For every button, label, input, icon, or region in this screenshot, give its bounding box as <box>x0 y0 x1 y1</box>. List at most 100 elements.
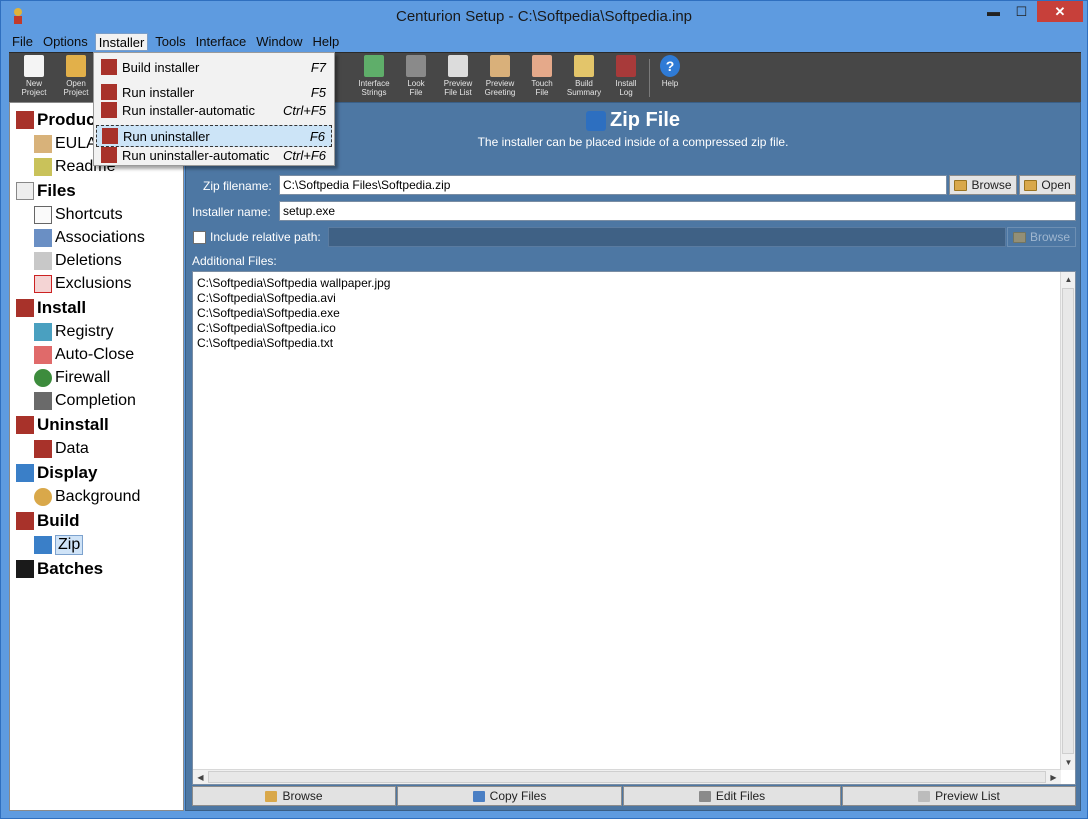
list-item[interactable]: C:\Softpedia\Softpedia.txt <box>197 336 390 351</box>
menu-item-run-uninstaller-automatic[interactable]: Run uninstaller-automatic Ctrl+F6 <box>96 144 332 166</box>
tree-item-zip[interactable]: Zip <box>34 534 84 556</box>
list-item[interactable]: C:\Softpedia\Softpedia.ico <box>197 321 390 336</box>
tree-item-build[interactable]: Build <box>16 510 80 532</box>
zip-filename-field[interactable]: C:\Softpedia Files\Softpedia.zip <box>279 175 947 195</box>
tree-item-background[interactable]: Background <box>34 486 140 508</box>
tree-item-product[interactable]: Produc <box>16 109 96 131</box>
tree-item-uninstall[interactable]: Uninstall <box>16 414 109 436</box>
hand-icon <box>532 55 552 77</box>
tree-label: Batches <box>37 559 104 578</box>
tree-label: Firewall <box>55 369 111 386</box>
button-label: Edit Files <box>715 789 766 803</box>
look-file-button[interactable]: Look File <box>395 55 437 101</box>
menu-item-label: Run installer-automatic <box>122 102 255 118</box>
touch-file-button[interactable]: Touch File <box>521 55 563 101</box>
help-button[interactable]: ? Help <box>649 55 691 101</box>
toolbar-label: Project <box>63 88 89 97</box>
include-relative-path-checkbox[interactable] <box>193 231 206 244</box>
relative-browse-button: Browse <box>1007 227 1076 247</box>
preview-file-list-button[interactable]: Preview File List <box>437 55 479 101</box>
toolbar-label: File <box>409 88 423 97</box>
button-label: Browse <box>971 178 1012 192</box>
menu-help[interactable]: Help <box>310 33 343 51</box>
menu-file[interactable]: File <box>9 33 36 51</box>
tree-item-firewall[interactable]: Firewall <box>34 367 110 389</box>
tree-item-registry[interactable]: Registry <box>34 321 114 343</box>
title-bar: Centurion Setup - C:\Softpedia\Softpedia… <box>1 1 1087 32</box>
scroll-left-icon[interactable]: ◀ <box>193 770 208 785</box>
tree-label: Produc <box>37 110 96 129</box>
data-icon <box>34 440 52 458</box>
additional-files-list[interactable]: C:\Softpedia\Softpedia wallpaper.jpg C:\… <box>192 271 1076 785</box>
menu-item-build-installer[interactable]: Build installer F7 <box>96 56 332 78</box>
new-project-button[interactable]: New Project <box>13 55 55 101</box>
minimize-button[interactable]: ▬ <box>980 1 1007 22</box>
tree-item-display[interactable]: Display <box>16 462 97 484</box>
maximize-button[interactable]: ☐ <box>1008 1 1035 22</box>
include-relative-path-label: Include relative path: <box>210 230 321 244</box>
folder-icon <box>265 790 278 802</box>
binoculars-icon <box>406 55 426 77</box>
menu-item-shortcut: F6 <box>309 128 325 144</box>
tree-item-eula[interactable]: EULA <box>34 133 97 155</box>
menu-window[interactable]: Window <box>253 33 305 51</box>
readme-icon <box>34 158 52 176</box>
tree-item-shortcuts[interactable]: Shortcuts <box>34 204 123 226</box>
toolbar-label: New <box>25 79 42 88</box>
run-installer-icon <box>101 84 117 100</box>
scroll-down-icon[interactable]: ▼ <box>1061 755 1076 770</box>
menu-options[interactable]: Options <box>40 33 91 51</box>
installer-name-field[interactable]: setup.exe <box>279 201 1076 221</box>
copy-files-button[interactable]: Copy Files <box>397 786 622 806</box>
zip-filename-label: Zip filename: <box>203 179 272 193</box>
edit-files-button[interactable]: Edit Files <box>623 786 841 806</box>
zip-icon <box>586 110 606 131</box>
list-item[interactable]: C:\Softpedia\Softpedia.avi <box>197 291 390 306</box>
menu-interface[interactable]: Interface <box>193 33 250 51</box>
strings-icon <box>364 55 384 77</box>
tree-item-batches[interactable]: Batches <box>16 558 103 580</box>
monitor-icon <box>16 464 34 482</box>
tree-label: Shortcuts <box>55 206 123 223</box>
menu-tools[interactable]: Tools <box>152 33 188 51</box>
toolbar-label: Build <box>575 79 593 88</box>
list-item[interactable]: C:\Softpedia\Softpedia.exe <box>197 306 390 321</box>
tree-item-exclusions[interactable]: Exclusions <box>34 273 131 295</box>
close-button[interactable]: ✕ <box>1037 1 1083 22</box>
tree-label: Auto-Close <box>55 346 135 363</box>
build-summary-button[interactable]: Build Summary <box>563 55 605 101</box>
tree-item-files[interactable]: Files <box>16 180 76 202</box>
zip-browse-button[interactable]: Browse <box>949 175 1017 195</box>
files-browse-button[interactable]: Browse <box>192 786 396 806</box>
menu-item-label: Run installer <box>122 84 195 100</box>
interface-strings-button[interactable]: Interface Strings <box>353 55 395 101</box>
menu-item-run-installer-automatic[interactable]: Run installer-automatic Ctrl+F5 <box>96 99 332 121</box>
menu-installer[interactable]: Installer <box>94 33 149 51</box>
menu-item-shortcut: F7 <box>310 59 326 75</box>
open-project-button[interactable]: Open Project <box>55 55 97 101</box>
scroll-thumb[interactable] <box>208 771 1046 783</box>
horizontal-scrollbar[interactable]: ◀ ▶ <box>193 769 1061 784</box>
install-log-button[interactable]: Install Log <box>605 55 647 101</box>
tree-label: Display <box>37 463 98 482</box>
tree-item-associations[interactable]: Associations <box>34 227 145 249</box>
tree-item-data[interactable]: Data <box>34 438 89 460</box>
button-label: Browse <box>282 789 323 803</box>
tree-item-install[interactable]: Install <box>16 297 86 319</box>
preview-list-button[interactable]: Preview List <box>842 786 1076 806</box>
menu-item-shortcut: Ctrl+F5 <box>283 102 326 118</box>
tree-item-autoclose[interactable]: Auto-Close <box>34 344 134 366</box>
vertical-scrollbar[interactable]: ▲ ▼ <box>1060 272 1075 770</box>
folder-icon <box>66 55 86 77</box>
tree-item-completion[interactable]: Completion <box>34 390 136 412</box>
tree-item-deletions[interactable]: Deletions <box>34 250 122 272</box>
window-title: Centurion Setup - C:\Softpedia\Softpedia… <box>395 8 693 25</box>
list-item[interactable]: C:\Softpedia\Softpedia wallpaper.jpg <box>197 276 390 291</box>
folder-icon <box>954 179 968 191</box>
zip-open-button[interactable]: Open <box>1019 175 1076 195</box>
panel-title-text: Zip File <box>610 109 680 131</box>
preview-greeting-button[interactable]: Preview Greeting <box>479 55 521 101</box>
scroll-thumb[interactable] <box>1062 288 1074 754</box>
scroll-right-icon[interactable]: ▶ <box>1046 770 1061 785</box>
scroll-up-icon[interactable]: ▲ <box>1061 272 1076 287</box>
